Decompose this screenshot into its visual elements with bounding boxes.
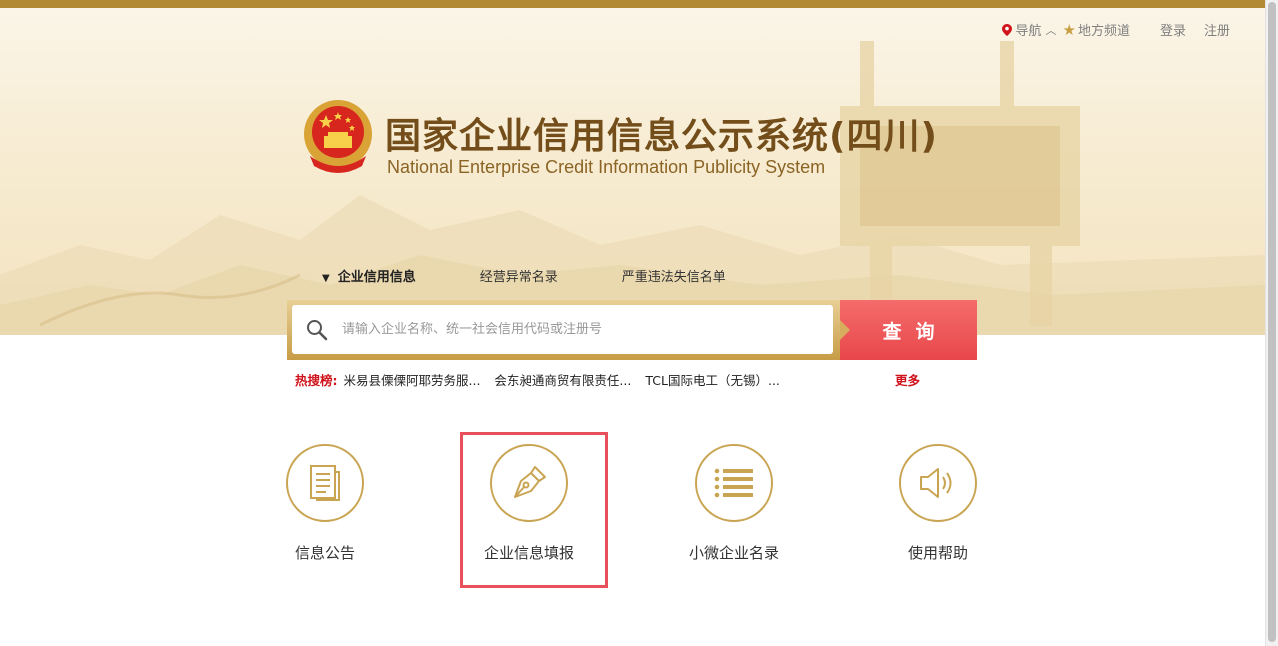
hot-keyword[interactable]: TCL国际电工（无锡）... xyxy=(645,370,780,389)
feature-label: 信息公告 xyxy=(294,544,355,562)
login-label: 登录 xyxy=(1159,24,1186,39)
feature-icon-circle xyxy=(899,444,977,522)
chevron-up-icon: ︿ xyxy=(1045,23,1057,37)
register-label: 注册 xyxy=(1203,24,1230,39)
title-region: (四川) xyxy=(829,116,938,157)
local-channel-label: 地方频道 xyxy=(1077,24,1130,39)
hot-search-bar: 热搜榜: 米易县傈傈阿耶劳务服... 会东昶通商贸有限责任... TCL国际电工… xyxy=(295,370,920,389)
search-box xyxy=(292,305,833,354)
search-input[interactable] xyxy=(342,322,802,337)
search-button-notch xyxy=(840,320,850,340)
tab-label: 企业信用信息 xyxy=(337,270,416,285)
list-icon xyxy=(714,468,753,498)
local-channel-link[interactable]: ★ 地方频道 xyxy=(1062,20,1130,40)
feature-icon-circle xyxy=(695,444,773,522)
tab-label: 严重违法失信名单 xyxy=(621,270,726,285)
bronze-ding-background xyxy=(840,41,1080,326)
feature-help[interactable]: 使用帮助 xyxy=(878,444,998,563)
search-icon xyxy=(307,319,328,340)
hot-more-link[interactable]: 更多 xyxy=(895,370,920,389)
vertical-scrollbar[interactable] xyxy=(1265,0,1278,646)
search-button[interactable]: 查询 xyxy=(840,300,977,360)
search-box-frame xyxy=(287,300,840,360)
tab-serious-violations[interactable]: 严重违法失信名单 xyxy=(622,266,726,285)
tab-label: 经营异常名录 xyxy=(479,270,558,285)
caret-down-icon: ▼ xyxy=(322,273,330,284)
tab-abnormal-operations[interactable]: 经营异常名录 xyxy=(480,266,558,285)
feature-icon-circle xyxy=(286,444,364,522)
highlight-box xyxy=(460,432,608,588)
page-subtitle: National Enterprise Credit Information P… xyxy=(387,157,826,177)
hot-keyword[interactable]: 米易县傈傈阿耶劳务服... xyxy=(344,370,481,389)
navigation-menu[interactable]: 导航 ︿ xyxy=(1002,20,1057,39)
location-pin-icon xyxy=(1002,23,1013,36)
feature-micro-enterprise-list[interactable]: 小微企业名录 xyxy=(674,444,794,563)
top-accent-bar xyxy=(0,0,1265,8)
document-icon xyxy=(310,465,340,501)
search-tabs: ▼ 企业信用信息 经营异常名录 严重违法失信名单 xyxy=(322,266,790,285)
navigation-label: 导航 xyxy=(1015,24,1042,39)
feature-label: 使用帮助 xyxy=(907,544,968,562)
search-button-label: 查询 xyxy=(882,320,949,343)
login-link[interactable]: 登录 xyxy=(1160,20,1186,39)
hot-keyword[interactable]: 会东昶通商贸有限责任... xyxy=(494,370,631,389)
national-emblem-icon xyxy=(304,100,372,173)
hot-search-label: 热搜榜: xyxy=(295,373,338,388)
star-icon: ★ xyxy=(1062,20,1076,39)
feature-info-announcement[interactable]: 信息公告 xyxy=(265,444,385,563)
tab-enterprise-credit[interactable]: ▼ 企业信用信息 xyxy=(322,266,416,285)
scrollbar-thumb[interactable] xyxy=(1268,2,1276,642)
top-navigation: 导航 ︿ ★ 地方频道 登录 注册 xyxy=(996,20,1230,39)
title-main: 国家企业信用信息公示系统 xyxy=(385,116,830,157)
page-title: 国家企业信用信息公示系统(四川) xyxy=(385,107,938,159)
register-link[interactable]: 注册 xyxy=(1204,20,1230,39)
speaker-icon xyxy=(920,468,952,498)
feature-label: 小微企业名录 xyxy=(688,544,779,562)
